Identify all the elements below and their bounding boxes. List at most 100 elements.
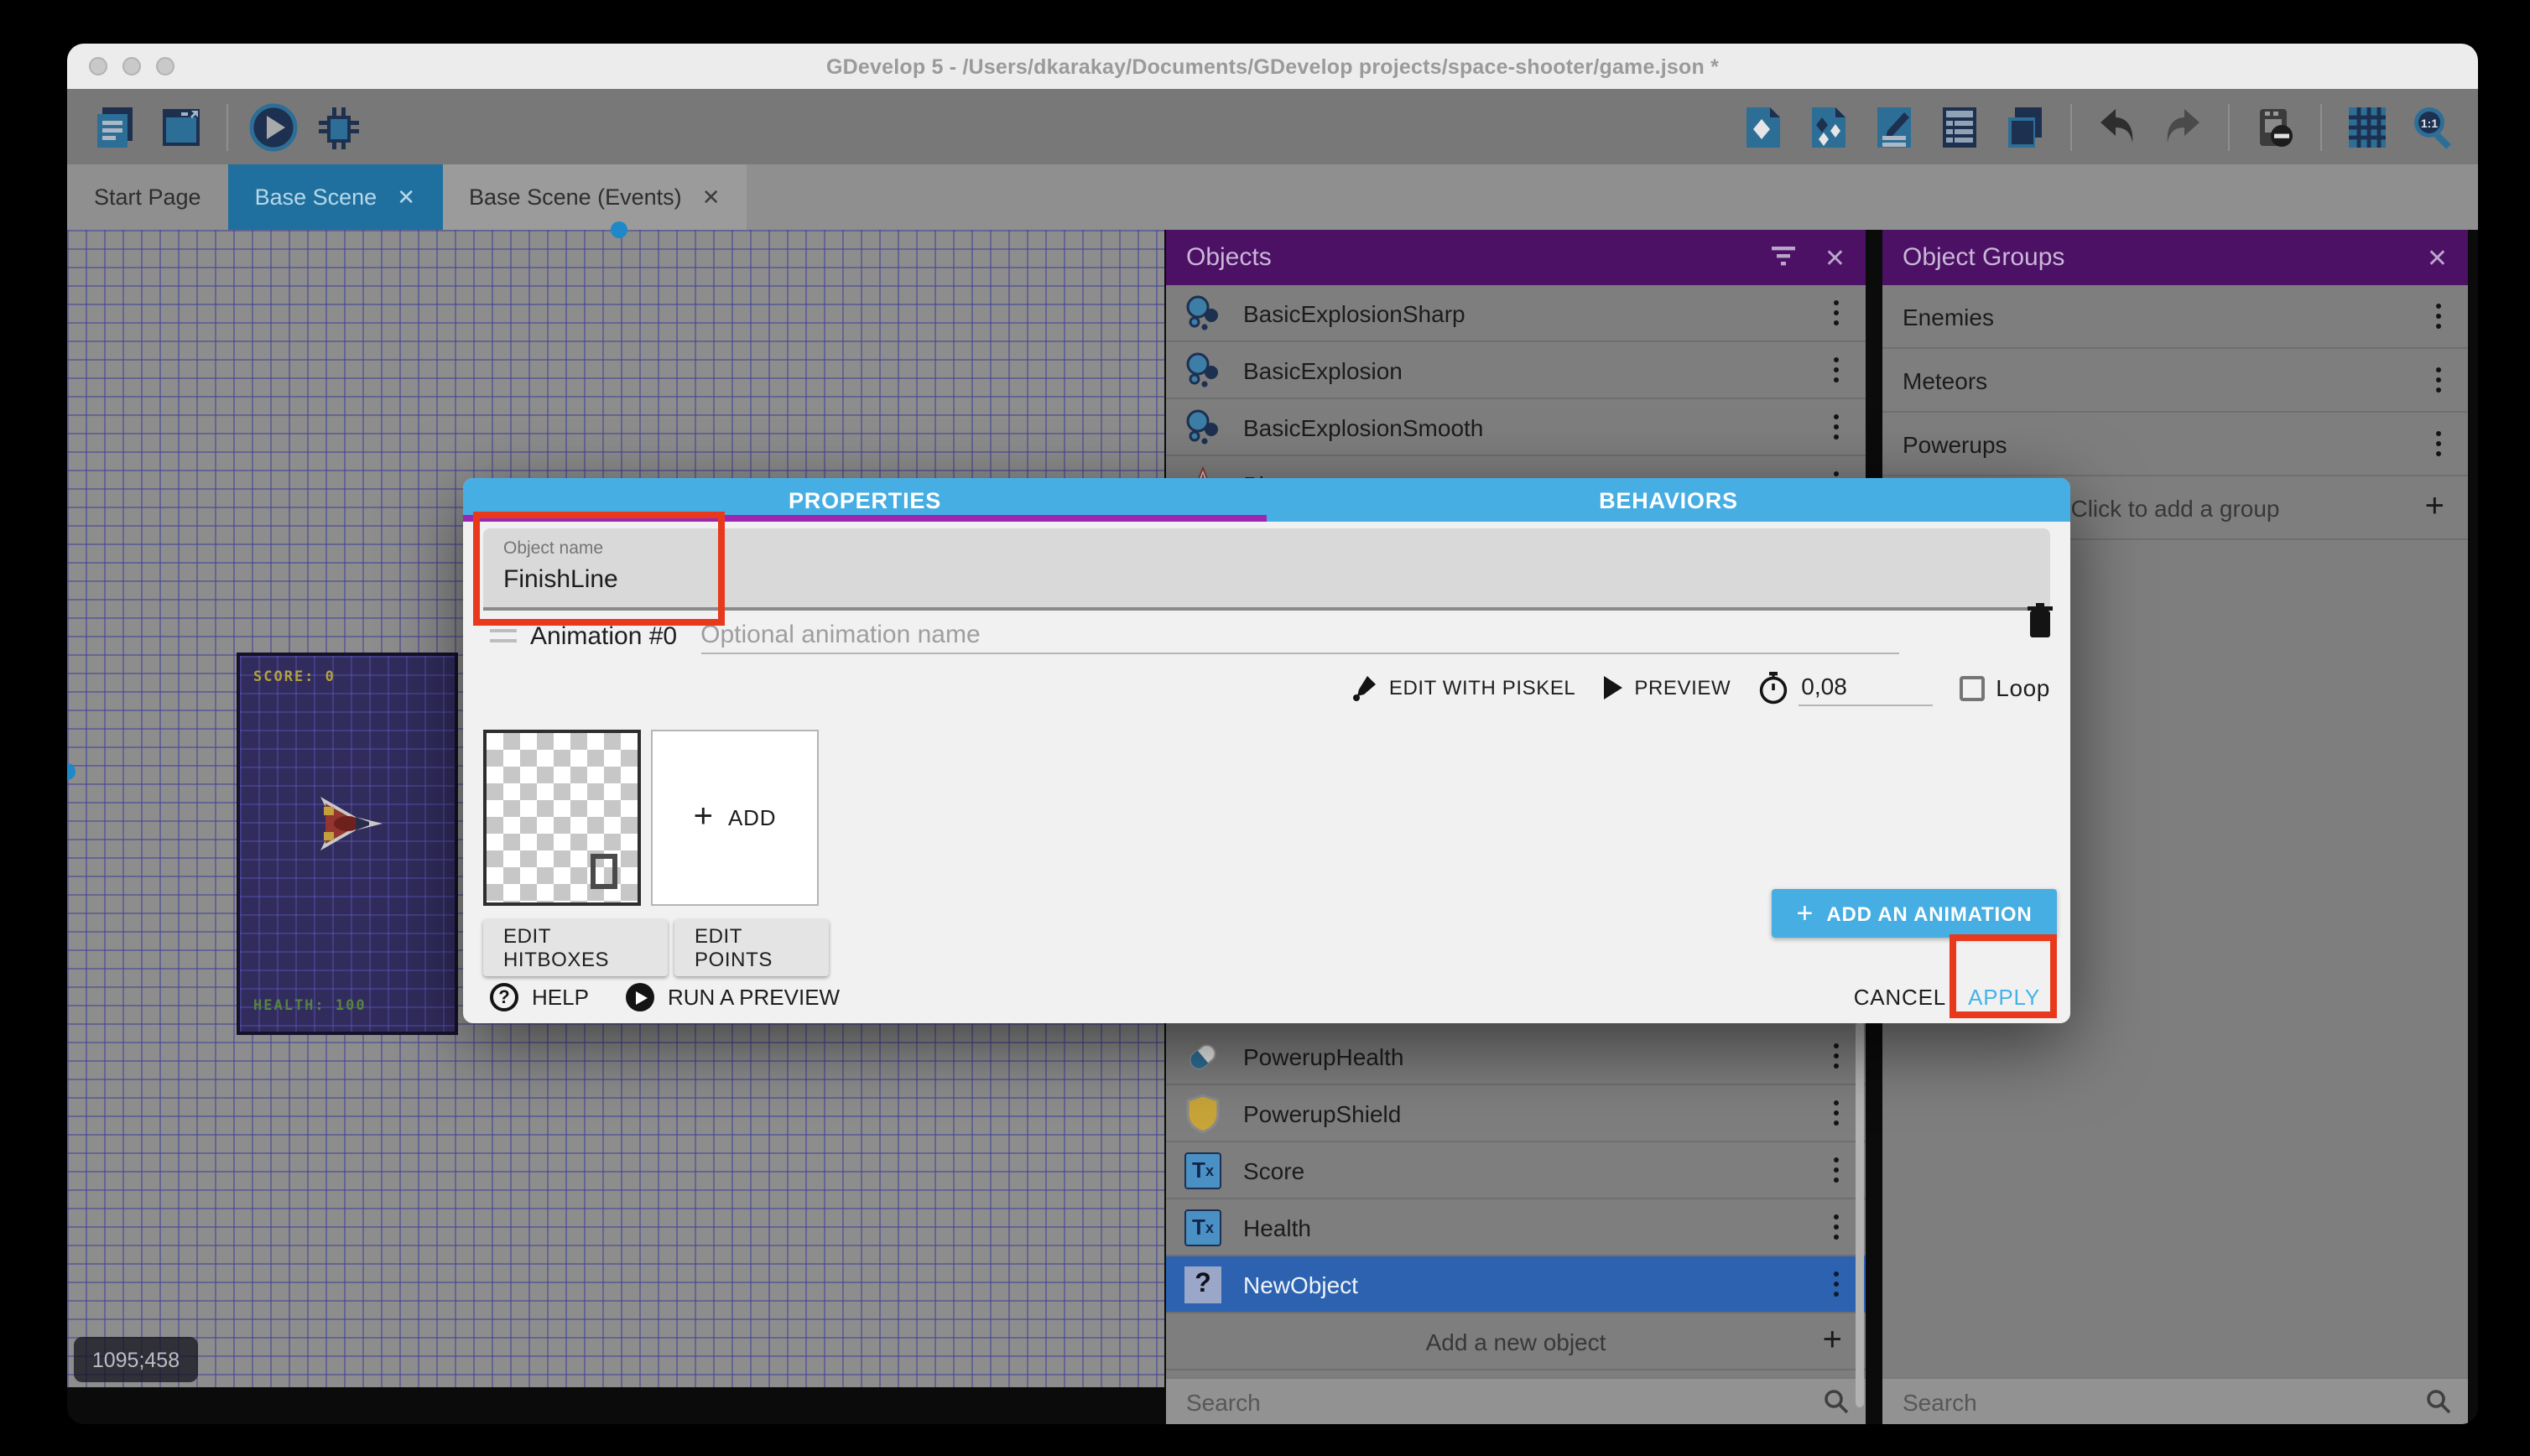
plus-icon: + [1823, 1322, 1842, 1360]
svg-text:1:1: 1:1 [2421, 116, 2438, 129]
frame-duration-control: 0,08 [1757, 669, 1932, 706]
toolbar-separator [226, 103, 228, 150]
object-row[interactable]: PowerupHealth [1166, 1028, 1866, 1085]
row-menu-icon[interactable] [2435, 367, 2451, 393]
selection-handle-left[interactable] [67, 763, 75, 780]
add-object-label: Add a new object [1426, 1328, 1606, 1355]
group-row[interactable]: Enemies [1882, 285, 2468, 349]
objects-search-input[interactable] [1183, 1386, 1824, 1417]
zoom-1-1-icon[interactable]: 1:1 [2408, 101, 2458, 152]
tab-start-page[interactable]: Start Page [67, 164, 228, 230]
loop-checkbox[interactable] [1959, 675, 1984, 700]
row-menu-icon[interactable] [1833, 1043, 1849, 1069]
loop-control: Loop [1959, 674, 2050, 701]
player-ship-sprite[interactable] [319, 795, 386, 861]
help-icon: ? [490, 983, 518, 1011]
objects-panel-header: Objects ✕ [1166, 230, 1866, 285]
redo-icon[interactable] [2158, 101, 2208, 152]
object-name: BasicExplosion [1243, 356, 1403, 383]
close-tab-icon[interactable]: ✕ [702, 184, 721, 211]
add-animation-button[interactable]: + ADD AN ANIMATION [1772, 889, 2057, 938]
edit-with-piskel-button[interactable]: EDIT WITH PISKEL [1352, 674, 1576, 701]
add-group-label: Click to add a group [2070, 494, 2279, 521]
object-row[interactable]: Tx Score [1166, 1142, 1866, 1199]
cancel-button[interactable]: CANCEL [1854, 971, 1946, 1023]
plus-icon: + [2425, 488, 2444, 527]
close-window-button[interactable] [89, 57, 107, 75]
row-menu-icon[interactable] [1833, 1157, 1849, 1183]
undo-icon[interactable] [2092, 101, 2142, 152]
group-row[interactable]: Meteors [1882, 349, 2468, 413]
row-menu-icon[interactable] [1833, 1271, 1849, 1297]
objects-scrollbar[interactable] [1856, 1022, 1864, 1407]
object-row[interactable]: BasicExplosionSharp [1166, 285, 1866, 342]
edit-object-groups-icon[interactable] [1804, 101, 1854, 152]
tab-base-scene-events[interactable]: Base Scene (Events) ✕ [442, 164, 747, 230]
brush-icon [1352, 674, 1377, 701]
titlebar: GDevelop 5 - /Users/dkarakay/Documents/G… [67, 44, 2478, 89]
instances-list-icon[interactable] [1934, 101, 1985, 152]
row-menu-icon[interactable] [1833, 300, 1849, 326]
run-preview-label: RUN A PREVIEW [668, 985, 840, 1010]
frame-duration-input[interactable]: 0,08 [1798, 669, 1932, 706]
minimize-window-button[interactable] [122, 57, 141, 75]
row-menu-icon[interactable] [1833, 357, 1849, 383]
object-name-value[interactable]: FinishLine [503, 565, 2030, 594]
group-name: Meteors [1903, 367, 1987, 393]
objects-search-bar [1166, 1377, 1866, 1424]
object-name: BasicExplosionSharp [1243, 299, 1465, 326]
delete-animation-icon[interactable] [2025, 602, 2055, 647]
plus-icon: + [1796, 897, 1813, 930]
selection-handle-top[interactable] [611, 221, 627, 238]
edit-object-icon[interactable] [1738, 101, 1788, 152]
scene-window-rect[interactable]: SCORE: 0 HEALTH: 100 [237, 653, 458, 1035]
preview-button[interactable]: PREVIEW [1602, 676, 1731, 699]
row-menu-icon[interactable] [2435, 431, 2451, 457]
edit-points-button[interactable]: EDIT POINTS [674, 919, 829, 976]
row-menu-icon[interactable] [2435, 304, 2451, 330]
debug-icon[interactable] [314, 101, 364, 152]
search-icon [2426, 1389, 2451, 1414]
drag-handle-icon[interactable] [490, 629, 517, 642]
help-label: HELP [532, 985, 589, 1010]
start-page-icon[interactable] [156, 101, 206, 152]
toggle-grid-icon[interactable] [2342, 101, 2392, 152]
object-row[interactable]: Tx Health [1166, 1199, 1866, 1256]
row-menu-icon[interactable] [1833, 1100, 1849, 1126]
screenshot-stage: GDevelop 5 - /Users/dkarakay/Documents/G… [0, 0, 2530, 1456]
object-groups-panel-title: Object Groups [1903, 243, 2064, 272]
traffic-lights[interactable] [89, 57, 174, 75]
filter-icon[interactable] [1771, 242, 1798, 273]
object-row[interactable]: BasicExplosionSmooth [1166, 399, 1866, 456]
loop-label: Loop [1996, 674, 2050, 701]
tab-label: Base Scene [255, 185, 377, 210]
project-manager-icon[interactable] [91, 101, 141, 152]
toolbar-separator [2320, 103, 2322, 150]
close-panel-icon[interactable]: ✕ [2427, 242, 2448, 273]
zoom-window-button[interactable] [156, 57, 174, 75]
object-row-selected[interactable]: ? NewObject [1166, 1256, 1866, 1313]
tab-behaviors[interactable]: BEHAVIORS [1267, 478, 2070, 522]
edit-hitboxes-button[interactable]: EDIT HITBOXES [483, 919, 668, 976]
add-animation-label: ADD AN ANIMATION [1826, 902, 2032, 925]
play-preview-icon[interactable] [248, 101, 299, 152]
add-object-row[interactable]: Add a new object + [1166, 1313, 1866, 1370]
run-preview-button[interactable]: RUN A PREVIEW [626, 983, 840, 1011]
animation-name-input[interactable] [700, 617, 1898, 654]
text-object-icon: Tx [1183, 1207, 1223, 1247]
edit-scene-properties-icon[interactable] [1869, 101, 1919, 152]
row-menu-icon[interactable] [1833, 1214, 1849, 1240]
close-tab-icon[interactable]: ✕ [397, 184, 415, 211]
group-row[interactable]: Powerups [1882, 413, 2468, 476]
frame-thumbnail-transparent[interactable] [483, 730, 641, 906]
layers-icon[interactable] [2000, 101, 2050, 152]
object-row[interactable]: BasicExplosion [1166, 342, 1866, 399]
help-button[interactable]: ? HELP [490, 983, 589, 1011]
add-frame-button[interactable]: + ADD [651, 730, 819, 906]
groups-search-input[interactable] [1899, 1386, 2426, 1417]
object-row[interactable]: PowerupShield [1166, 1085, 1866, 1142]
row-menu-icon[interactable] [1833, 414, 1849, 440]
render-options-icon[interactable] [2250, 101, 2300, 152]
close-panel-icon[interactable]: ✕ [1825, 242, 1845, 273]
tab-base-scene[interactable]: Base Scene ✕ [228, 164, 442, 230]
